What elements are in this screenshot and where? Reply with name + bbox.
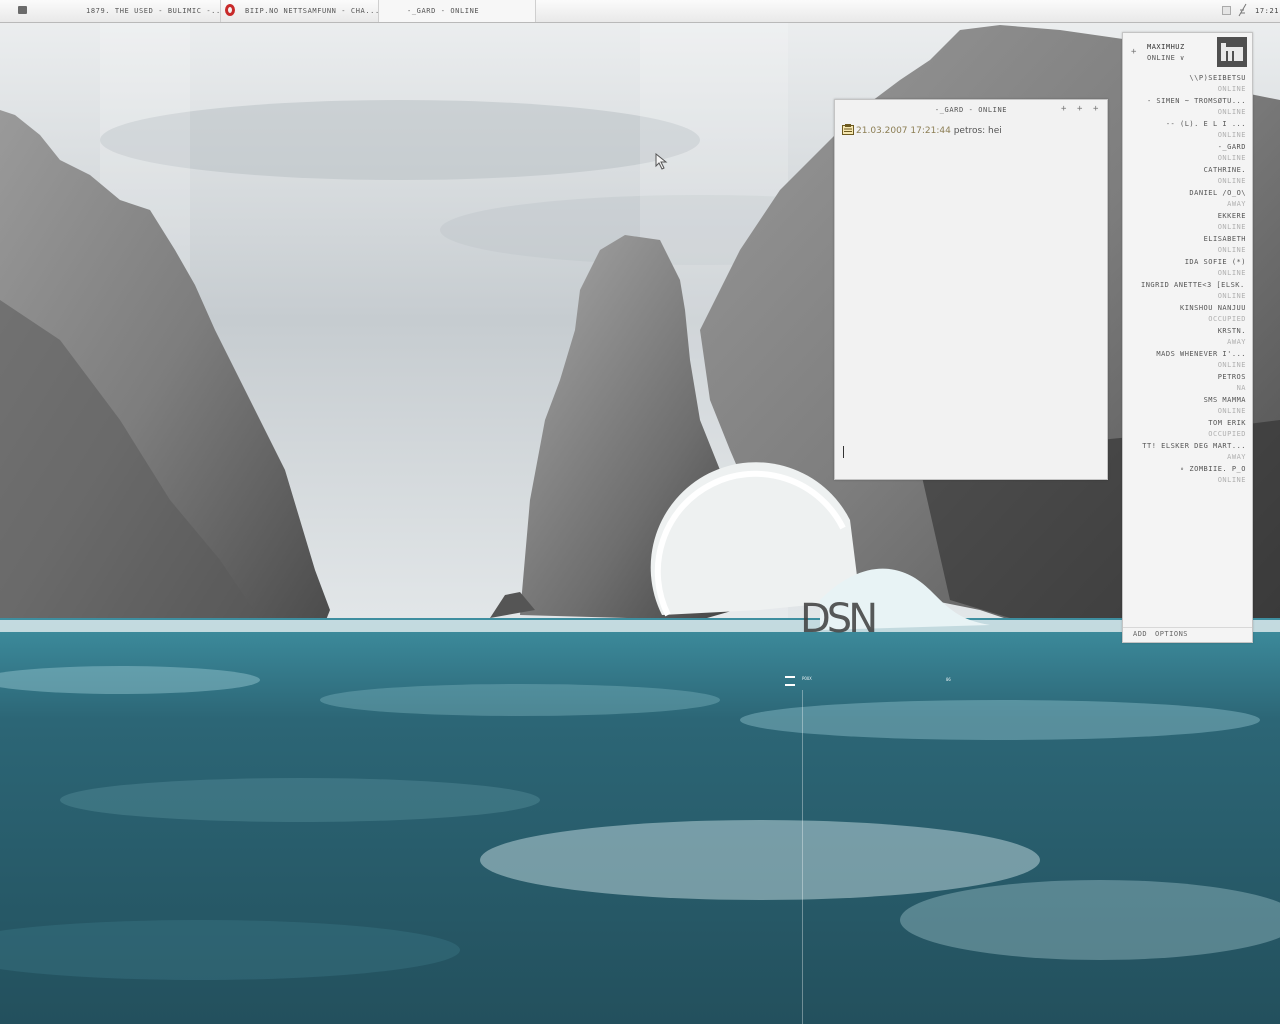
- contact-name: ELISABETH: [1203, 235, 1246, 243]
- username: MAXIMHUZ: [1147, 43, 1185, 51]
- window-close-button[interactable]: +: [1093, 104, 1098, 114]
- chat-input[interactable]: [837, 440, 1103, 464]
- contact-list-footer: ADD OPTIONS: [1123, 627, 1252, 642]
- contact-name: KINSHOU NANJUU: [1179, 304, 1246, 312]
- contact-name: PETROS: [1217, 373, 1246, 381]
- widget-label: 06: [946, 677, 951, 682]
- contact-item[interactable]: ELISABETH ONLINE: [1123, 234, 1252, 257]
- message-icon: [842, 124, 854, 135]
- contact-name: \\P)SEIBETSU: [1189, 74, 1246, 82]
- add-button[interactable]: ADD: [1133, 630, 1147, 638]
- task-label: -_GARD - ONLINE: [407, 7, 480, 15]
- contact-name: MADS WHENEVER I'...: [1156, 350, 1246, 358]
- signal-icon[interactable]: [1238, 3, 1247, 17]
- contact-name: CATHRINE.: [1203, 166, 1246, 174]
- contact-name: EKKERE: [1217, 212, 1246, 220]
- taskbar: 1879. THE USED - BULIMIC -... BIIP.NO NE…: [0, 0, 1280, 23]
- menu-square-icon[interactable]: [18, 6, 27, 14]
- chat-window: -_GARD - ONLINE + + + 21.03.2007 17:21:4…: [834, 99, 1108, 480]
- widget-divider: [802, 690, 803, 1024]
- contact-list-window: + MAXIMHUZ ONLINE ∨ \\P)SEIBETSU ONLINE - …: [1122, 32, 1253, 643]
- contact-status: OCCUPIED: [1208, 315, 1246, 323]
- contact-status: AWAY: [1227, 200, 1246, 208]
- clock: 17:21: [1255, 7, 1280, 15]
- message-timestamp: 21.03.2007 17:21:44: [856, 126, 951, 136]
- taskbar-task-music[interactable]: 1879. THE USED - BULIMIC -...: [38, 0, 221, 22]
- contact-name: DANIEL /O_O\: [1189, 189, 1246, 197]
- contact-name: - SIMEN ~ TROMSØTU...: [1146, 97, 1246, 105]
- contact-name: -_GARD: [1217, 143, 1246, 151]
- contact-item[interactable]: TT! ELSKER DEG MART... AWAY: [1123, 441, 1252, 464]
- contact-status: ONLINE: [1217, 177, 1246, 185]
- contact-item[interactable]: -_GARD ONLINE: [1123, 142, 1252, 165]
- message-text: petros: hei: [953, 126, 1002, 136]
- task-label: BIIP.NO NETTSAMFUNN - CHA...: [245, 7, 379, 15]
- add-contact-plus-button[interactable]: +: [1131, 47, 1137, 57]
- contact-item[interactable]: -- (L). E L I ... ONLINE: [1123, 119, 1252, 142]
- contact-item[interactable]: CATHRINE. ONLINE: [1123, 165, 1252, 188]
- contact-status: ONLINE: [1217, 361, 1246, 369]
- contact-item[interactable]: INGRID ANETTE<3 [ELSK... ONLINE: [1123, 280, 1252, 303]
- task-label: 1879. THE USED - BULIMIC -...: [86, 7, 221, 15]
- options-button[interactable]: OPTIONS: [1155, 630, 1188, 638]
- contact-status: ONLINE: [1217, 246, 1246, 254]
- dsn-logo: DSN: [800, 596, 878, 642]
- contact-status: ONLINE: [1217, 154, 1246, 162]
- contact-status: ONLINE: [1217, 269, 1246, 277]
- contact-item[interactable]: EKKERE ONLINE: [1123, 211, 1252, 234]
- contact-item[interactable]: PETROS NA: [1123, 372, 1252, 395]
- contact-status: NA: [1236, 384, 1246, 392]
- contact-name: -- (L). E L I ...: [1165, 120, 1246, 128]
- contact-name: IDA SOFIE (*): [1184, 258, 1246, 266]
- opera-icon: [225, 4, 235, 16]
- contact-status: ONLINE: [1217, 292, 1246, 300]
- contact-status: ONLINE: [1217, 85, 1246, 93]
- contact-item[interactable]: - SIMEN ~ TROMSØTU... ONLINE: [1123, 96, 1252, 119]
- contact-name: SMS MAMMA: [1203, 396, 1246, 404]
- contact-item[interactable]: SMS MAMMA ONLINE: [1123, 395, 1252, 418]
- widget-dash: [785, 676, 795, 678]
- contact-item[interactable]: KRSTN. AWAY: [1123, 326, 1252, 349]
- contact-status: ONLINE: [1217, 108, 1246, 116]
- contact-item[interactable]: TOM ERIK OCCUPIED: [1123, 418, 1252, 441]
- taskbar-task-browser[interactable]: BIIP.NO NETTSAMFUNN - CHA...: [221, 0, 379, 22]
- taskbar-task-chat[interactable]: -_GARD - ONLINE: [379, 0, 536, 22]
- contact-name: TOM ERIK: [1208, 419, 1246, 427]
- contact-name: ∘ ZOMBIIE. P_O: [1179, 465, 1246, 473]
- contact-name: TT! ELSKER DEG MART...: [1142, 442, 1246, 450]
- window-minimize-button[interactable]: +: [1061, 104, 1066, 114]
- window-maximize-button[interactable]: +: [1077, 104, 1082, 114]
- contact-status: AWAY: [1227, 453, 1246, 461]
- contact-name: INGRID ANETTE<3 [ELSK...: [1141, 281, 1246, 289]
- contact-status: ONLINE: [1217, 131, 1246, 139]
- contact-item[interactable]: DANIEL /O_O\ AWAY: [1123, 188, 1252, 211]
- text-caret: [843, 446, 844, 458]
- contact-status: ONLINE: [1217, 223, 1246, 231]
- contact-name: KRSTN.: [1217, 327, 1246, 335]
- contact-status: ONLINE: [1217, 407, 1246, 415]
- contact-item[interactable]: ∘ ZOMBIIE. P_O ONLINE: [1123, 464, 1252, 487]
- contact-item[interactable]: MADS WHENEVER I'... ONLINE: [1123, 349, 1252, 372]
- contact-item[interactable]: IDA SOFIE (*) ONLINE: [1123, 257, 1252, 280]
- contact-item[interactable]: \\P)SEIBETSU ONLINE: [1123, 73, 1252, 96]
- mouse-pointer-icon: [655, 153, 668, 170]
- tray-icon[interactable]: [1222, 6, 1231, 15]
- contacts-list: \\P)SEIBETSU ONLINE - SIMEN ~ TROMSØTU... O…: [1123, 73, 1252, 487]
- chat-message: 21.03.2007 17:21:44 petros: hei: [842, 124, 1002, 136]
- widget-dash: [785, 684, 795, 686]
- status-dropdown[interactable]: ONLINE ∨: [1147, 54, 1185, 62]
- contact-status: OCCUPIED: [1208, 430, 1246, 438]
- contact-status: ONLINE: [1217, 476, 1246, 484]
- widget-label: POUX: [802, 676, 812, 681]
- contact-status: AWAY: [1227, 338, 1246, 346]
- contact-item[interactable]: KINSHOU NANJUU OCCUPIED: [1123, 303, 1252, 326]
- avatar[interactable]: [1217, 37, 1247, 67]
